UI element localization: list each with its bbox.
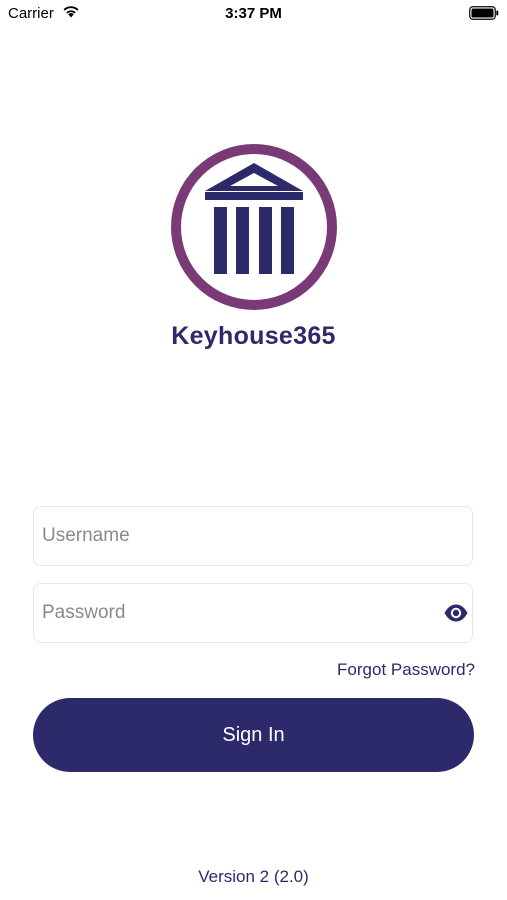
eye-icon[interactable] <box>443 602 469 624</box>
status-time: 3:37 PM <box>225 5 282 22</box>
username-field[interactable] <box>33 506 473 566</box>
forgot-password-link[interactable]: Forgot Password? <box>337 660 475 680</box>
brand-name: Keyhouse365 <box>171 322 336 350</box>
sign-in-button[interactable]: Sign In <box>33 698 474 772</box>
courthouse-columns-icon <box>171 144 337 310</box>
username-input[interactable] <box>42 507 432 565</box>
battery-icon <box>469 6 499 20</box>
password-field[interactable] <box>33 583 473 643</box>
password-input[interactable] <box>42 584 432 642</box>
version-label: Version 2 (2.0) <box>198 867 309 886</box>
status-bar: Carrier 3:37 PM <box>0 0 507 28</box>
